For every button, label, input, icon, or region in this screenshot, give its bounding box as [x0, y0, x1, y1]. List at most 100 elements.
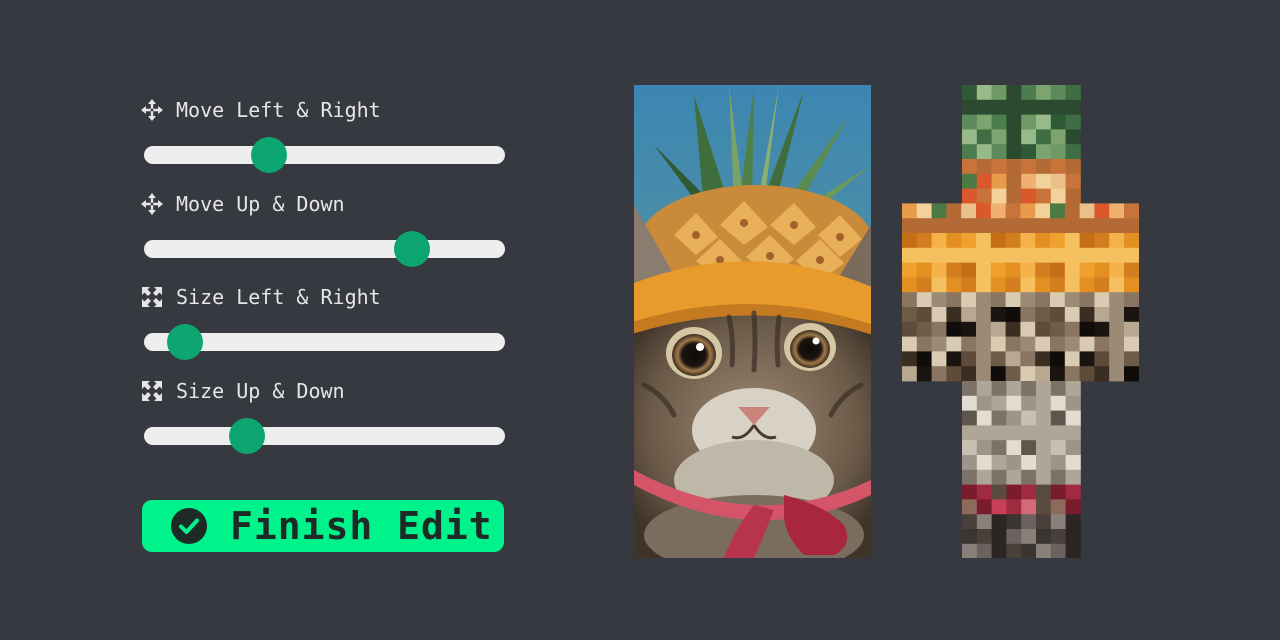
- pixel: [976, 395, 992, 411]
- pixel: [1005, 307, 1021, 323]
- pixel: [1050, 144, 1066, 160]
- pixel: [1064, 262, 1080, 278]
- pixel: [916, 262, 932, 278]
- slider-thumb[interactable]: [166, 324, 203, 360]
- pixel: [1050, 351, 1066, 367]
- pixel: [976, 514, 992, 530]
- pixel: [962, 484, 978, 500]
- pixel: [1006, 159, 1022, 175]
- pixel: [946, 351, 962, 367]
- pixel: [1109, 366, 1125, 382]
- pixel: [1064, 351, 1080, 367]
- pixel: [1079, 218, 1095, 234]
- pixel: [1064, 321, 1080, 337]
- pixel: [902, 321, 918, 337]
- pixel: [1064, 233, 1080, 249]
- pixel: [976, 321, 992, 337]
- slider-thumb[interactable]: [228, 418, 265, 454]
- pixel: [1021, 114, 1037, 130]
- pixel: [931, 307, 947, 323]
- pixel: [1005, 247, 1021, 263]
- pixel: [1124, 321, 1139, 337]
- slider-thumb[interactable]: [394, 231, 431, 267]
- pixel: [1109, 336, 1125, 352]
- pixel: [976, 144, 992, 160]
- size-up-down-label: Size Up & Down: [140, 377, 345, 405]
- pixel: [916, 307, 932, 323]
- pixel: [1079, 262, 1095, 278]
- pixel: [1035, 366, 1051, 382]
- pixel: [1036, 188, 1052, 204]
- pixel: [990, 233, 1006, 249]
- pixel: [990, 262, 1006, 278]
- pixel: [1109, 218, 1125, 234]
- pixel: [1035, 351, 1051, 367]
- pixel: [1050, 85, 1066, 101]
- pixel: [916, 321, 932, 337]
- pixel: [961, 218, 977, 234]
- original-image: [634, 85, 871, 558]
- pixel: [1050, 336, 1066, 352]
- pixel: [1064, 277, 1080, 293]
- pixel: [931, 292, 947, 308]
- pixel: [1064, 203, 1080, 219]
- pixel: [1064, 336, 1080, 352]
- resize-arrows-icon: [142, 287, 162, 307]
- pixel: [1109, 277, 1125, 293]
- pixel: [962, 455, 978, 471]
- move-left-right-label: Move Left & Right: [140, 96, 381, 124]
- pixel: [1006, 440, 1022, 456]
- pixel: [991, 129, 1007, 145]
- pixel: [1020, 307, 1036, 323]
- pixel: [1036, 129, 1052, 145]
- pixel: [1020, 262, 1036, 278]
- pixel: [1021, 469, 1037, 485]
- pixel: [962, 440, 978, 456]
- pixel: [1050, 499, 1066, 515]
- pixel: [946, 336, 962, 352]
- pixel: [1005, 218, 1021, 234]
- pixel: [1036, 99, 1052, 115]
- finish-edit-button[interactable]: Finish Edit: [142, 500, 504, 552]
- pixel: [1036, 144, 1052, 160]
- pixel: [1036, 159, 1052, 175]
- pixel: [1021, 410, 1037, 426]
- pixel: [1124, 277, 1139, 293]
- pixel: [902, 336, 918, 352]
- move-left-right-slider[interactable]: [144, 137, 505, 173]
- slider-thumb[interactable]: [251, 137, 288, 173]
- control-label-text: Size Up & Down: [176, 379, 345, 403]
- pixel: [1006, 85, 1022, 101]
- pixel: [1006, 114, 1022, 130]
- pixel: [991, 529, 1007, 545]
- pixel: [1109, 351, 1125, 367]
- pixel: [1036, 381, 1052, 397]
- pixel: [976, 173, 992, 189]
- pixel: [1065, 159, 1081, 175]
- pixel: [1094, 218, 1110, 234]
- pixel: [1079, 321, 1095, 337]
- pixel: [991, 469, 1007, 485]
- pixel: [1006, 469, 1022, 485]
- pixel: [931, 277, 947, 293]
- pixel: [1050, 233, 1066, 249]
- size-left-right-slider[interactable]: [144, 324, 505, 360]
- pixel: [991, 85, 1007, 101]
- size-up-down-slider[interactable]: [144, 418, 505, 454]
- pixel: [1064, 292, 1080, 308]
- pixel: [1079, 351, 1095, 367]
- pixel: [961, 321, 977, 337]
- pixel: [1035, 233, 1051, 249]
- pixel: [976, 484, 992, 500]
- pixel: [1050, 381, 1066, 397]
- pixel: [946, 277, 962, 293]
- pixel: [1065, 395, 1081, 411]
- pixel: [976, 455, 992, 471]
- pixel: [961, 307, 977, 323]
- pixel: [931, 247, 947, 263]
- pixel: [1005, 321, 1021, 337]
- move-up-down-slider[interactable]: [144, 231, 505, 267]
- pixel: [976, 247, 992, 263]
- pixel: [1094, 233, 1110, 249]
- pixel: [976, 129, 992, 145]
